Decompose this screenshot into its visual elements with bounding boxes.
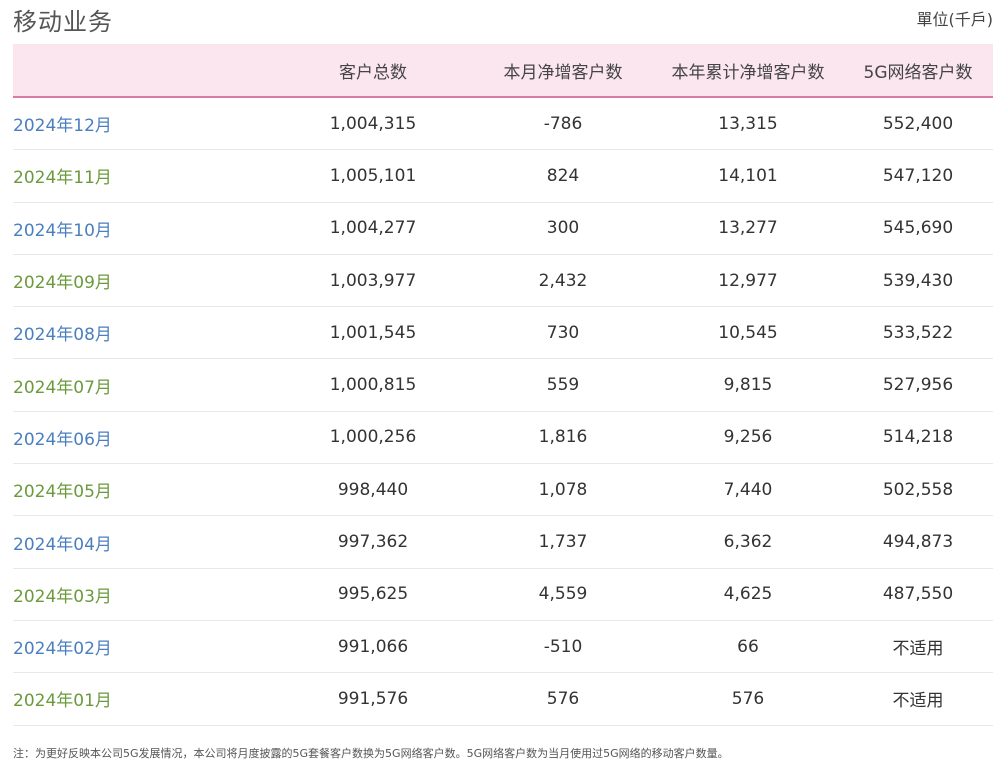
month-link[interactable]: 2024年08月 [13, 320, 273, 345]
month-link[interactable]: 2024年11月 [13, 163, 273, 188]
table-row: 2024年11月 1,005,101 824 14,101 547,120 [13, 150, 993, 203]
cell-monthly-net-add: 2,432 [538, 270, 588, 291]
month-link[interactable]: 2024年05月 [13, 477, 273, 502]
cell-total-customers: 1,003,977 [329, 270, 417, 291]
cell-5g-customers: 527,956 [882, 375, 954, 396]
cell-monthly-net-add: 1,816 [538, 427, 588, 448]
mobile-subscribers-table: 客户总数 本月净增客户数 本年累计净增客户数 5G网络客户数 2024年12月 1… [13, 44, 993, 726]
header-monthly-net-add: 本月净增客户数 [503, 62, 623, 83]
table-row: 2024年04月 997,362 1,737 6,362 494,873 [13, 516, 993, 569]
month-link[interactable]: 2024年01月 [13, 686, 273, 711]
cell-5g-customers: 502,558 [882, 479, 954, 500]
unit-label: 單位(千戶) [916, 10, 994, 29]
page-title: 移动业务 [13, 8, 113, 36]
table-row: 2024年08月 1,001,545 730 10,545 533,522 [13, 307, 993, 360]
cell-ytd-net-add: 9,256 [723, 427, 773, 448]
header-ytd-net-add: 本年累计净增客户数 [671, 62, 825, 83]
table-row: 2024年05月 998,440 1,078 7,440 502,558 [13, 464, 993, 517]
table-row: 2024年02月 991,066 -510 66 不适用 [13, 621, 993, 674]
header-total-customers: 客户总数 [339, 62, 407, 83]
cell-5g-customers: 539,430 [882, 270, 954, 291]
month-link[interactable]: 2024年03月 [13, 582, 273, 607]
cell-5g-customers: 494,873 [882, 532, 954, 553]
cell-monthly-net-add: 559 [546, 375, 580, 396]
cell-monthly-net-add: 1,737 [538, 532, 588, 553]
month-link[interactable]: 2024年06月 [13, 425, 273, 450]
table-row: 2024年03月 995,625 4,559 4,625 487,550 [13, 569, 993, 621]
month-link[interactable]: 2024年04月 [13, 530, 273, 555]
cell-ytd-net-add: 13,277 [718, 218, 778, 239]
cell-5g-customers: 545,690 [882, 218, 954, 239]
cell-monthly-net-add: 824 [546, 165, 580, 186]
cell-ytd-net-add: 14,101 [718, 165, 778, 186]
table-row: 2024年06月 1,000,256 1,816 9,256 514,218 [13, 412, 993, 465]
table-row: 2024年07月 1,000,815 559 9,815 527,956 [13, 359, 993, 412]
cell-total-customers: 1,000,815 [329, 375, 417, 396]
cell-ytd-net-add: 66 [737, 636, 759, 657]
cell-5g-customers: 487,550 [882, 584, 954, 605]
cell-monthly-net-add: 1,078 [538, 479, 588, 500]
table-row: 2024年01月 991,576 576 576 不适用 [13, 673, 993, 726]
cell-monthly-net-add: -786 [543, 113, 583, 134]
month-link[interactable]: 2024年09月 [13, 268, 273, 293]
cell-total-customers: 1,000,256 [329, 427, 417, 448]
cell-monthly-net-add: 730 [546, 322, 580, 343]
cell-monthly-net-add: 4,559 [538, 584, 588, 605]
month-link[interactable]: 2024年10月 [13, 216, 273, 241]
cell-5g-customers: 533,522 [882, 322, 954, 343]
cell-total-customers: 997,362 [337, 532, 409, 553]
table-body: 2024年12月 1,004,315 -786 13,315 552,400 2024年1… [13, 98, 993, 726]
title-bar: 移动业务 單位(千戶) [13, 0, 993, 40]
cell-ytd-net-add: 4,625 [723, 584, 773, 605]
cell-total-customers: 1,001,545 [329, 322, 417, 343]
cell-total-customers: 991,066 [337, 636, 409, 657]
cell-total-customers: 998,440 [337, 479, 409, 500]
table-row: 2024年12月 1,004,315 -786 13,315 552,400 [13, 98, 993, 151]
cell-total-customers: 991,576 [337, 688, 409, 709]
header-5g-customers: 5G网络客户数 [863, 62, 973, 83]
cell-ytd-net-add: 9,815 [723, 375, 773, 396]
cell-total-customers: 1,005,101 [329, 165, 417, 186]
cell-total-customers: 1,004,315 [329, 113, 417, 134]
cell-5g-customers: 不适用 [892, 639, 944, 660]
cell-monthly-net-add: -510 [543, 636, 583, 657]
cell-ytd-net-add: 13,315 [718, 113, 778, 134]
cell-ytd-net-add: 10,545 [718, 322, 778, 343]
cell-ytd-net-add: 7,440 [723, 479, 773, 500]
table-row: 2024年09月 1,003,977 2,432 12,977 539,430 [13, 255, 993, 308]
footnote: 注：为更好反映本公司5G发展情况，本公司将月度披露的5G套餐客户数换为5G网络客… [13, 747, 729, 760]
cell-monthly-net-add: 576 [546, 688, 580, 709]
cell-ytd-net-add: 6,362 [723, 532, 773, 553]
table-row: 2024年10月 1,004,277 300 13,277 545,690 [13, 203, 993, 255]
cell-monthly-net-add: 300 [546, 218, 580, 239]
cell-5g-customers: 514,218 [882, 427, 954, 448]
month-link[interactable]: 2024年02月 [13, 634, 273, 659]
cell-ytd-net-add: 12,977 [718, 270, 778, 291]
cell-total-customers: 995,625 [337, 584, 409, 605]
cell-5g-customers: 552,400 [882, 113, 954, 134]
cell-ytd-net-add: 576 [731, 688, 765, 709]
cell-total-customers: 1,004,277 [329, 218, 417, 239]
month-link[interactable]: 2024年07月 [13, 373, 273, 398]
cell-5g-customers: 不适用 [892, 691, 944, 712]
month-link[interactable]: 2024年12月 [13, 111, 273, 136]
table-header: 客户总数 本月净增客户数 本年累计净增客户数 5G网络客户数 [13, 44, 993, 98]
cell-5g-customers: 547,120 [882, 165, 954, 186]
